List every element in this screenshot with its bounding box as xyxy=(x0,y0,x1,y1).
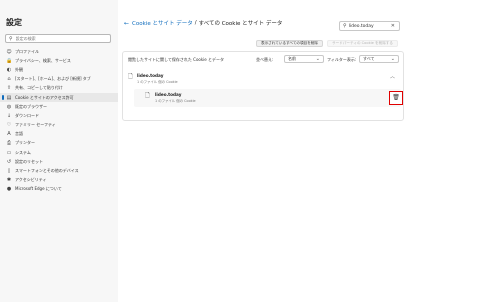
sidebar-item[interactable]: ✱ アクセシビリティ xyxy=(0,176,118,185)
edge-icon: ● xyxy=(6,186,12,193)
delete-cookie-button[interactable]: 🗑 xyxy=(389,91,403,105)
chevron-down-icon: ⌄ xyxy=(390,56,395,62)
profile-icon: ☺ xyxy=(6,48,12,55)
sidebar-item[interactable]: ◐ 外観 xyxy=(0,65,118,74)
accessibility-icon: ✱ xyxy=(6,177,12,184)
reset-icon: ↺ xyxy=(6,158,12,165)
start-icon: ⌂ xyxy=(7,76,11,83)
back-arrow-icon[interactable]: ← xyxy=(124,20,129,27)
sidebar-item-label: アクセシビリティ xyxy=(15,177,47,183)
lock-icon: 🔒 xyxy=(6,57,13,64)
settings-title: 設定 xyxy=(6,18,22,27)
sort-value: 名前 xyxy=(288,56,296,61)
clear-search-icon[interactable]: ✕ xyxy=(391,23,395,29)
sidebar-item[interactable]: ▯ スマートフォンとその他のデバイス xyxy=(0,166,118,175)
sort-label: 並べ替え: xyxy=(256,57,274,62)
family-icon: ♡ xyxy=(6,122,12,129)
site-cookie-count: 1 のファイル 個の Cookie xyxy=(137,80,178,84)
site-row[interactable]: 🗋 lideo.today 1 のファイル 個の Cookie ︿ xyxy=(128,72,400,86)
action-buttons: 表示されているすべての項目を削除 サードパーティの Cookie を削除する xyxy=(256,40,398,47)
sidebar-item[interactable]: ⇪ 共有、コピーして貼り付け xyxy=(0,84,118,93)
sidebar-item[interactable]: ☺ プロファイル xyxy=(0,47,118,56)
chevron-up-icon[interactable]: ︿ xyxy=(390,73,395,80)
phone-icon: ▯ xyxy=(7,168,11,175)
cookies-icon: ▤ xyxy=(6,94,12,101)
share-icon: ⇪ xyxy=(6,85,12,92)
cookie-row[interactable]: 🗋 lideo.today 1 のファイル 個の Cookie 🗑 xyxy=(134,89,403,107)
sidebar-item-label: プライバシー、検索、サービス xyxy=(15,57,71,63)
breadcrumb-link-cookies[interactable]: Cookie とサイト データ xyxy=(132,19,193,27)
remove-all-shown-button[interactable]: 表示されているすべての項目を削除 xyxy=(256,40,323,47)
sidebar-item[interactable]: ◍ 既定のブラウザー xyxy=(0,102,118,111)
settings-search-input[interactable] xyxy=(15,36,106,41)
sidebar-item[interactable]: ▤ Cookie とサイトのアクセス許可 xyxy=(0,92,118,103)
download-icon: ↓ xyxy=(6,112,12,119)
site-name: lideo.today xyxy=(137,73,164,78)
sidebar-item[interactable]: ⌂ [スタート]、[ホーム]、および [新規] タブ xyxy=(0,75,118,84)
sidebar-item-label: 設定のリセット xyxy=(15,158,43,164)
sidebar-item-label: Cookie とサイトのアクセス許可 xyxy=(15,94,74,100)
chevron-down-icon: ⌄ xyxy=(315,56,320,62)
system-icon: ▭ xyxy=(6,149,12,156)
sort-dropdown[interactable]: 名前 ⌄ xyxy=(284,55,324,63)
search-icon: ⚲ xyxy=(343,23,347,29)
sidebar-item-label: ダウンロード xyxy=(15,112,39,118)
appearance-icon: ◐ xyxy=(6,66,12,73)
trash-icon: 🗑 xyxy=(392,94,400,101)
sidebar-item[interactable]: ↺ 設定のリセット xyxy=(0,157,118,166)
search-icon: ⚲ xyxy=(9,35,13,42)
filter-dropdown[interactable]: すべて ⌄ xyxy=(359,55,399,63)
sidebar-item[interactable]: ↓ ダウンロード xyxy=(0,111,118,120)
sidebar-item[interactable]: ♡ ファミリー セーフティ xyxy=(0,121,118,130)
settings-sidebar: 設定 ⚲ ☺プロファイル🔒プライバシー、検索、サービス◐外観⌂[スタート]、[ホ… xyxy=(0,0,118,302)
cookie-search-input[interactable]: ⚲ lideo.today ✕ xyxy=(339,21,400,31)
cookie-count: 1 のファイル 個の Cookie xyxy=(155,99,196,103)
card-heading: 閲覧したサイトに関して保存された Cookie とデータ xyxy=(128,57,224,62)
remove-third-party-cookies-button[interactable]: サードパーティの Cookie を削除する xyxy=(327,40,398,47)
settings-page: 設定 ⚲ ☺プロファイル🔒プライバシー、検索、サービス◐外観⌂[スタート]、[ホ… xyxy=(0,0,480,302)
sidebar-item-label: [スタート]、[ホーム]、および [新規] タブ xyxy=(15,76,91,82)
cookie-name: lideo.today xyxy=(155,92,182,97)
default-browser-icon: ◍ xyxy=(6,103,12,110)
sidebar-item-label: 共有、コピーして貼り付け xyxy=(15,85,63,91)
cookie-data-card: 閲覧したサイトに関して保存された Cookie とデータ 並べ替え: 名前 ⌄ … xyxy=(122,51,404,121)
sidebar-item-label: プリンター xyxy=(15,140,35,146)
sidebar-item[interactable]: ⎙ プリンター xyxy=(0,139,118,148)
printer-icon: ⎙ xyxy=(6,140,11,147)
sidebar-item[interactable]: A 言語 xyxy=(0,130,118,139)
breadcrumb: ← Cookie とサイト データ / すべての Cookie とサイト データ xyxy=(124,19,283,28)
document-icon: 🗋 xyxy=(128,73,133,80)
sidebar-item[interactable]: ▭ システム xyxy=(0,148,118,157)
page-title: すべての Cookie とサイト データ xyxy=(198,21,283,27)
sidebar-item-label: 既定のブラウザー xyxy=(15,103,47,109)
sidebar-item[interactable]: 🔒 プライバシー、検索、サービス xyxy=(0,56,118,65)
sidebar-item-label: プロファイル xyxy=(15,48,39,54)
settings-search-field[interactable]: ⚲ xyxy=(5,34,111,43)
cookie-search-value[interactable]: lideo.today xyxy=(349,24,374,29)
breadcrumb-separator: / xyxy=(194,20,197,26)
sidebar-item-label: ファミリー セーフティ xyxy=(15,122,56,128)
sidebar-item-label: スマートフォンとその他のデバイス xyxy=(15,168,79,174)
document-icon: 🗋 xyxy=(145,92,150,99)
filter-label: フィルター表示: xyxy=(327,57,357,62)
sidebar-item-label: システム xyxy=(15,149,31,155)
sidebar-item-label: 外観 xyxy=(15,66,23,72)
sidebar-item-label: Microsoft Edge について xyxy=(15,186,62,192)
language-icon: A xyxy=(7,131,11,138)
sidebar-item[interactable]: ● Microsoft Edge について xyxy=(0,185,118,194)
sidebar-nav: ☺ プロファイル 🔒 プライバシー、検索、サービス ◐ 外観 ⌂ [スタート]、[ホーム]、お… xyxy=(0,47,118,194)
sidebar-item-label: 言語 xyxy=(15,131,23,137)
main-content: ← Cookie とサイト データ / すべての Cookie とサイト データ… xyxy=(118,0,480,302)
filter-value: すべて xyxy=(363,56,375,61)
